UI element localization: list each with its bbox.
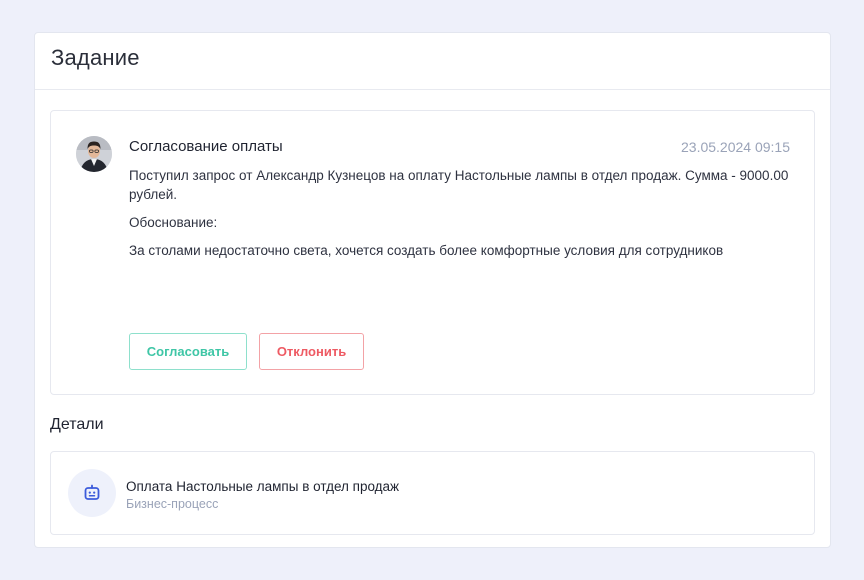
page-title: Задание: [51, 45, 140, 70]
task-panel: Задание Согласование оплаты 23.05.2024 0…: [34, 32, 831, 548]
task-message: Поступил запрос от Александр Кузнецов на…: [129, 168, 789, 202]
details-item-type: Бизнес-процесс: [126, 497, 219, 511]
task-card: Согласование оплаты 23.05.2024 09:15 Пос…: [50, 110, 815, 395]
approve-button[interactable]: Согласовать: [129, 333, 247, 370]
panel-header: Задание: [35, 33, 830, 90]
details-heading: Детали: [50, 416, 104, 433]
details-item-name: Оплата Настольные лампы в отдел продаж: [126, 479, 400, 494]
avatar-image: [76, 136, 112, 172]
details-card[interactable]: Оплата Настольные лампы в отдел продаж Б…: [50, 451, 815, 535]
robot-icon: [68, 469, 116, 517]
reject-button[interactable]: Отклонить: [259, 333, 364, 370]
avatar: [76, 136, 112, 172]
reason-text: За столами недостаточно света, хочется с…: [129, 243, 724, 258]
reason-label: Обоснование:: [129, 215, 218, 230]
task-body: Поступил запрос от Александр Кузнецов на…: [129, 166, 789, 269]
task-title: Согласование оплаты: [129, 138, 283, 155]
task-date: 23.05.2024 09:15: [681, 139, 790, 155]
